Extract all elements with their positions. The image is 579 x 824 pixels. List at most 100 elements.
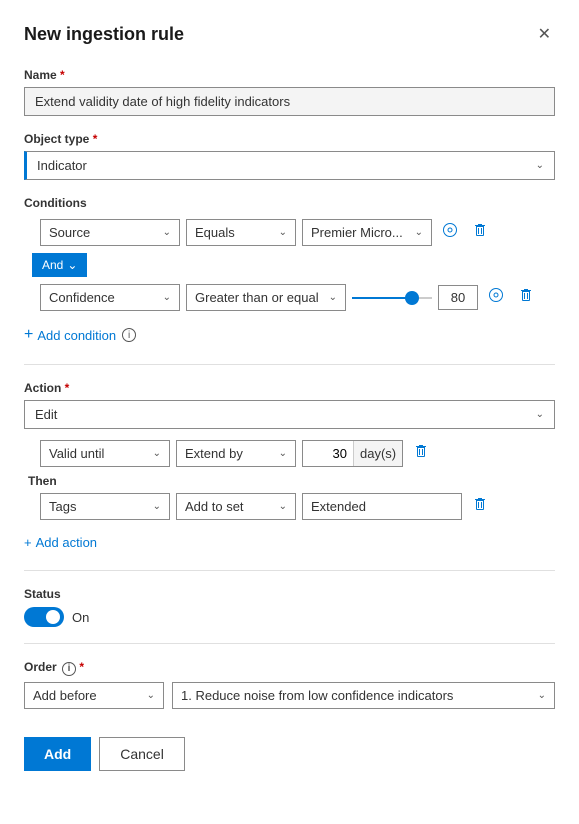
action-section: Action * Edit ⌄ Valid until ⌄ Extend by … <box>24 381 555 554</box>
order-before-value: Add before <box>33 688 97 703</box>
condition-operator-1-value: Equals <box>195 225 235 240</box>
condition-operator-2-dropdown[interactable]: Greater than or equal ⌄ <box>186 284 346 311</box>
chevron-down-icon: ⌄ <box>163 292 171 303</box>
action-row-1: Valid until ⌄ Extend by ⌄ day(s) <box>40 439 555 468</box>
action-operator-1-value: Extend by <box>185 446 243 461</box>
condition-row-1-wrapper: Source ⌄ Equals ⌄ Premier Micro... ⌄ <box>40 218 555 247</box>
new-ingestion-rule-dialog: New ingestion rule ✕ Name * Object type … <box>0 0 579 824</box>
object-type-dropdown[interactable]: Indicator ⌄ <box>24 151 555 180</box>
divider-3 <box>24 643 555 644</box>
chevron-down-icon: ⌄ <box>279 448 287 459</box>
dialog-header: New ingestion rule ✕ <box>24 20 555 48</box>
chevron-down-icon: ⌄ <box>329 292 337 303</box>
add-condition-label: Add condition <box>37 328 116 343</box>
chevron-down-icon: ⌄ <box>279 227 287 238</box>
and-button[interactable]: And ⌄ <box>32 253 87 277</box>
chevron-down-icon: ⌄ <box>153 501 161 512</box>
action-row-2-wrapper: Tags ⌄ Add to set ⌄ <box>40 492 555 521</box>
action-operator-2-dropdown[interactable]: Add to set ⌄ <box>176 493 296 520</box>
condition-value-1-text: Premier Micro... <box>311 225 403 240</box>
condition-operator-2-value: Greater than or equal <box>195 290 319 305</box>
action-field-2-dropdown[interactable]: Tags ⌄ <box>40 493 170 520</box>
and-connector: And ⌄ <box>28 253 555 277</box>
condition-value-1-dropdown[interactable]: Premier Micro... ⌄ <box>302 219 432 246</box>
action-field-1-value: Valid until <box>49 446 104 461</box>
action-label: Action * <box>24 381 555 395</box>
add-action-label: Add action <box>36 535 97 550</box>
add-condition-button[interactable]: + Add condition <box>24 322 116 348</box>
chevron-down-icon: ⌄ <box>536 160 544 171</box>
status-section: Status On <box>24 587 555 627</box>
slider-value: 80 <box>438 285 478 310</box>
close-button[interactable]: ✕ <box>534 20 555 48</box>
condition-field-2-value: Confidence <box>49 290 115 305</box>
day-count-input[interactable] <box>303 441 353 466</box>
action-field-1-dropdown[interactable]: Valid until ⌄ <box>40 440 170 467</box>
condition-row-1: Source ⌄ Equals ⌄ Premier Micro... ⌄ <box>40 218 555 247</box>
condition-field-1-dropdown[interactable]: Source ⌄ <box>40 219 180 246</box>
object-type-value: Indicator <box>37 158 87 173</box>
dialog-title: New ingestion rule <box>24 24 184 45</box>
condition-row-2: Confidence ⌄ Greater than or equal ⌄ 80 <box>40 283 555 312</box>
plus-icon: + <box>24 326 33 344</box>
toggle-slider <box>24 607 64 627</box>
name-input[interactable] <box>24 87 555 116</box>
condition-1-settings-icon[interactable] <box>438 218 462 247</box>
condition-row-2-wrapper: Confidence ⌄ Greater than or equal ⌄ 80 <box>40 283 555 312</box>
chevron-down-icon: ⌄ <box>536 409 544 420</box>
condition-operator-1-dropdown[interactable]: Equals ⌄ <box>186 219 296 246</box>
condition-2-delete-icon[interactable] <box>514 283 538 312</box>
chevron-down-icon: ⌄ <box>279 501 287 512</box>
footer-buttons: Add Cancel <box>24 729 555 771</box>
chevron-down-icon: ⌄ <box>153 448 161 459</box>
add-condition-info-icon[interactable]: i <box>122 328 136 342</box>
order-before-dropdown[interactable]: Add before ⌄ <box>24 682 164 709</box>
action-field-2-value: Tags <box>49 499 76 514</box>
slider-container: 80 <box>352 285 478 310</box>
order-row: Add before ⌄ 1. Reduce noise from low co… <box>24 682 555 709</box>
conditions-section: Conditions Source ⌄ Equals ⌄ Premier Mic… <box>24 196 555 348</box>
action-value-2-input[interactable] <box>302 493 462 520</box>
condition-2-settings-icon[interactable] <box>484 283 508 312</box>
order-rule-dropdown[interactable]: 1. Reduce noise from low confidence indi… <box>172 682 555 709</box>
confidence-slider[interactable] <box>352 297 432 299</box>
cancel-button[interactable]: Cancel <box>99 737 185 771</box>
object-type-label: Object type * <box>24 132 555 146</box>
action-type-value: Edit <box>35 407 57 422</box>
action-row-1-wrapper: Valid until ⌄ Extend by ⌄ day(s) <box>40 439 555 468</box>
name-label: Name * <box>24 68 555 82</box>
day-input-wrapper: day(s) <box>302 440 403 467</box>
action-2-delete-icon[interactable] <box>468 492 492 521</box>
status-on-text: On <box>72 610 89 625</box>
then-label: Then <box>28 474 555 488</box>
chevron-down-icon: ⌄ <box>538 690 546 701</box>
chevron-down-icon: ⌄ <box>163 227 171 238</box>
divider-2 <box>24 570 555 571</box>
condition-field-1-value: Source <box>49 225 90 240</box>
status-label: Status <box>24 587 555 601</box>
name-section: Name * <box>24 68 555 116</box>
action-operator-1-dropdown[interactable]: Extend by ⌄ <box>176 440 296 467</box>
plus-icon: + <box>24 535 32 550</box>
add-button[interactable]: Add <box>24 737 91 771</box>
status-toggle[interactable] <box>24 607 64 627</box>
chevron-down-icon: ⌄ <box>147 690 155 701</box>
chevron-down-icon: ⌄ <box>415 227 423 238</box>
order-section: Order i * Add before ⌄ 1. Reduce noise f… <box>24 660 555 709</box>
divider-1 <box>24 364 555 365</box>
action-1-delete-icon[interactable] <box>409 439 433 468</box>
action-row-2: Tags ⌄ Add to set ⌄ <box>40 492 555 521</box>
action-type-dropdown[interactable]: Edit ⌄ <box>24 400 555 429</box>
condition-1-delete-icon[interactable] <box>468 218 492 247</box>
chevron-down-icon: ⌄ <box>67 258 77 272</box>
order-label: Order i * <box>24 660 555 676</box>
add-condition-row: + Add condition i <box>24 322 555 348</box>
condition-field-2-dropdown[interactable]: Confidence ⌄ <box>40 284 180 311</box>
add-action-button[interactable]: + Add action <box>24 531 97 554</box>
and-label: And <box>42 258 63 272</box>
order-info-icon[interactable]: i <box>62 662 76 676</box>
action-operator-2-value: Add to set <box>185 499 244 514</box>
toggle-container: On <box>24 607 555 627</box>
object-type-section: Object type * Indicator ⌄ <box>24 132 555 180</box>
add-action-row: + Add action <box>24 531 555 554</box>
